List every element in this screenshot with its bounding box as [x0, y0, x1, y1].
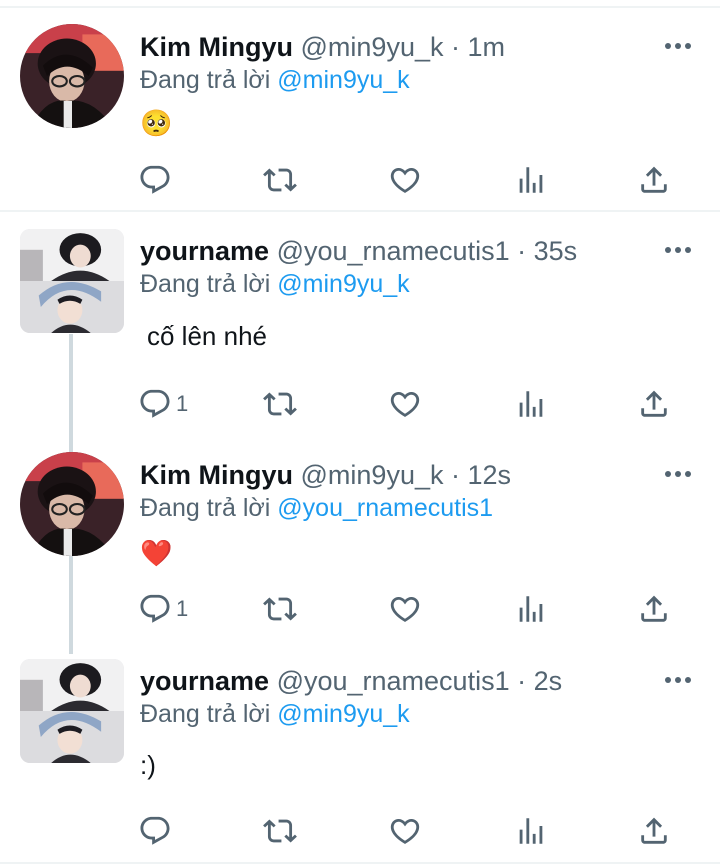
- divider: [0, 6, 720, 8]
- analytics-button[interactable]: [514, 387, 548, 421]
- analytics-icon: [514, 592, 548, 626]
- reply-prefix: Đang trả lời: [140, 66, 271, 94]
- reply-button[interactable]: 1: [138, 387, 188, 421]
- share-button[interactable]: [637, 592, 671, 626]
- tweet-text: ❤️: [140, 538, 173, 568]
- meta-separator: ·: [443, 32, 468, 62]
- tweet-text: 🥺: [140, 108, 173, 138]
- tweet-text: cố lên nhé: [147, 321, 267, 351]
- analytics-button[interactable]: [514, 163, 548, 197]
- reply-icon: [138, 814, 172, 848]
- reply-icon: [138, 163, 172, 197]
- tweet-text: :): [140, 750, 156, 780]
- display-name[interactable]: Kim Mingyu: [140, 32, 293, 62]
- timestamp[interactable]: 12s: [467, 460, 511, 490]
- reply-prefix: Đang trả lời: [140, 494, 271, 522]
- share-icon: [637, 387, 671, 421]
- user-handle[interactable]: @min9yu_k: [301, 32, 444, 62]
- reply-mention[interactable]: @min9yu_k: [277, 270, 409, 298]
- meta-separator: ·: [443, 460, 468, 490]
- share-button[interactable]: [637, 163, 671, 197]
- tweet[interactable]: Kim Mingyu @min9yu_k · 1m Đang trả lời @…: [0, 30, 720, 210]
- analytics-icon: [514, 163, 548, 197]
- heart-icon: [388, 163, 422, 197]
- timestamp[interactable]: 35s: [534, 236, 578, 266]
- retweet-button[interactable]: [263, 814, 297, 848]
- tweet[interactable]: Kim Mingyu @min9yu_k · 12s Đang trả lời …: [0, 458, 720, 648]
- reply-prefix: Đang trả lời: [140, 700, 271, 728]
- more-dots-icon[interactable]: [664, 40, 692, 52]
- analytics-icon: [514, 814, 548, 848]
- user-handle[interactable]: @you_rnamecutis1: [277, 236, 510, 266]
- divider: [0, 210, 720, 212]
- analytics-icon: [514, 387, 548, 421]
- timestamp[interactable]: 1m: [467, 32, 505, 62]
- heart-icon: [388, 814, 422, 848]
- reply-context: Đang trả lời @you_rnamecutis1: [140, 491, 493, 525]
- reply-button[interactable]: [138, 814, 176, 848]
- reply-mention[interactable]: @min9yu_k: [277, 66, 409, 94]
- user-handle[interactable]: @min9yu_k: [301, 460, 444, 490]
- reply-context: Đang trả lời @min9yu_k: [140, 267, 410, 301]
- mingyu-avatar[interactable]: [20, 452, 124, 556]
- mingyu-avatar[interactable]: [20, 24, 124, 128]
- meta-separator: ·: [509, 236, 534, 266]
- retweet-button[interactable]: [263, 163, 297, 197]
- reply-prefix: Đang trả lời: [140, 270, 271, 298]
- action-bar: 1: [138, 387, 698, 421]
- timestamp[interactable]: 2s: [534, 666, 563, 696]
- analytics-button[interactable]: [514, 814, 548, 848]
- heart-icon: [388, 592, 422, 626]
- display-name[interactable]: Kim Mingyu: [140, 460, 293, 490]
- like-button[interactable]: [388, 814, 422, 848]
- reply-count: 1: [176, 391, 189, 416]
- reply-icon: [138, 592, 172, 626]
- share-button[interactable]: [637, 814, 671, 848]
- retweet-icon: [263, 387, 297, 421]
- reply-button[interactable]: [138, 163, 176, 197]
- tweet-header: Kim Mingyu @min9yu_k · 12s: [140, 458, 511, 492]
- reply-icon: [138, 387, 172, 421]
- action-bar: [138, 814, 698, 848]
- reply-mention[interactable]: @min9yu_k: [277, 700, 409, 728]
- reply-count: 1: [176, 596, 189, 621]
- retweet-button[interactable]: [263, 387, 297, 421]
- yourname-avatar[interactable]: [20, 659, 124, 763]
- user-handle[interactable]: @you_rnamecutis1: [277, 666, 510, 696]
- reply-context: Đang trả lời @min9yu_k: [140, 63, 410, 97]
- more-dots-icon[interactable]: [664, 674, 692, 686]
- meta-separator: ·: [509, 666, 534, 696]
- share-button[interactable]: [637, 387, 671, 421]
- share-icon: [637, 592, 671, 626]
- reply-mention[interactable]: @you_rnamecutis1: [277, 494, 493, 522]
- tweet[interactable]: yourname @you_rnamecutis1 · 35s Đang trả…: [0, 234, 720, 439]
- heart-icon: [388, 387, 422, 421]
- like-button[interactable]: [388, 163, 422, 197]
- tweet-header: Kim Mingyu @min9yu_k · 1m: [140, 30, 505, 64]
- action-bar: [138, 163, 698, 197]
- more-dots-icon[interactable]: [664, 468, 692, 480]
- retweet-icon: [263, 592, 297, 626]
- tweet-header: yourname @you_rnamecutis1 · 35s: [140, 234, 577, 268]
- display-name[interactable]: yourname: [140, 236, 269, 266]
- reply-context: Đang trả lời @min9yu_k: [140, 697, 410, 731]
- like-button[interactable]: [388, 592, 422, 626]
- tweet-header: yourname @you_rnamecutis1 · 2s: [140, 664, 562, 698]
- like-button[interactable]: [388, 387, 422, 421]
- retweet-icon: [263, 814, 297, 848]
- retweet-button[interactable]: [263, 592, 297, 626]
- reply-button[interactable]: 1: [138, 592, 188, 626]
- retweet-icon: [263, 163, 297, 197]
- action-bar: 1: [138, 592, 698, 626]
- analytics-button[interactable]: [514, 592, 548, 626]
- yourname-avatar[interactable]: [20, 229, 124, 333]
- display-name[interactable]: yourname: [140, 666, 269, 696]
- tweet[interactable]: yourname @you_rnamecutis1 · 2s Đang trả …: [0, 664, 720, 860]
- divider: [0, 862, 720, 864]
- more-dots-icon[interactable]: [664, 244, 692, 256]
- share-icon: [637, 814, 671, 848]
- share-icon: [637, 163, 671, 197]
